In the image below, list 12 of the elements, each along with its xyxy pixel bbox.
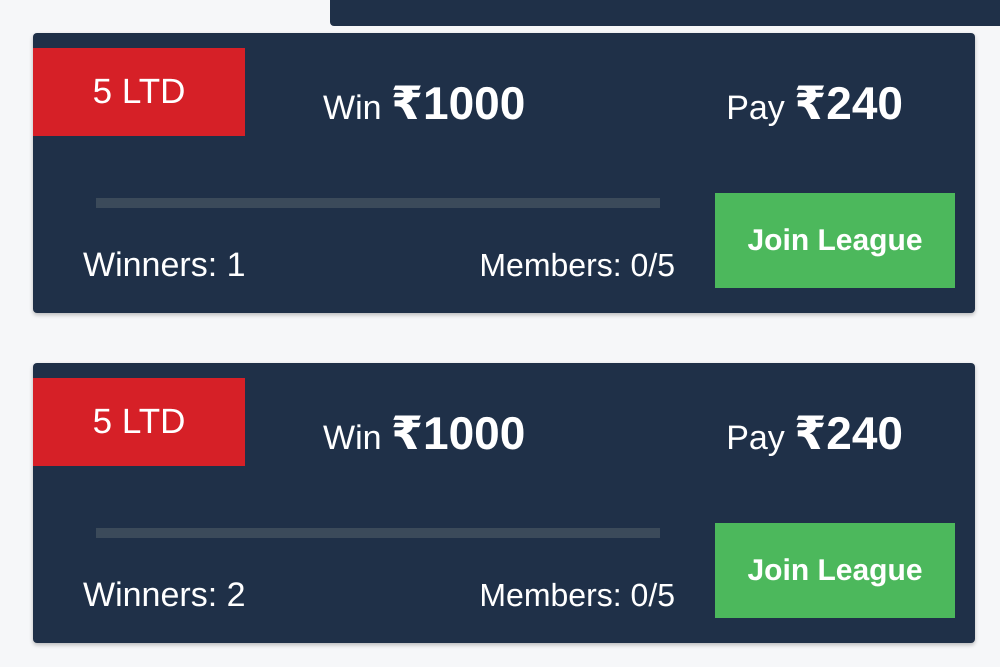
join-league-button[interactable]: Join League [715, 193, 955, 288]
entry-fee-text: Pay ₹240 [726, 80, 903, 131]
limit-badge: 5 LTD [33, 48, 245, 136]
join-league-button[interactable]: Join League [715, 523, 955, 618]
members-text: Members: 0/5 [479, 247, 675, 284]
entry-fee-text: Pay ₹240 [726, 410, 903, 461]
members-text: Members: 0/5 [479, 577, 675, 614]
prize-text: Win ₹1000 [323, 410, 526, 461]
limit-badge: 5 LTD [33, 378, 245, 466]
prize-text: Win ₹1000 [323, 80, 526, 131]
winners-text: Winners: 2 [83, 576, 246, 615]
winners-text: Winners: 1 [83, 246, 246, 285]
